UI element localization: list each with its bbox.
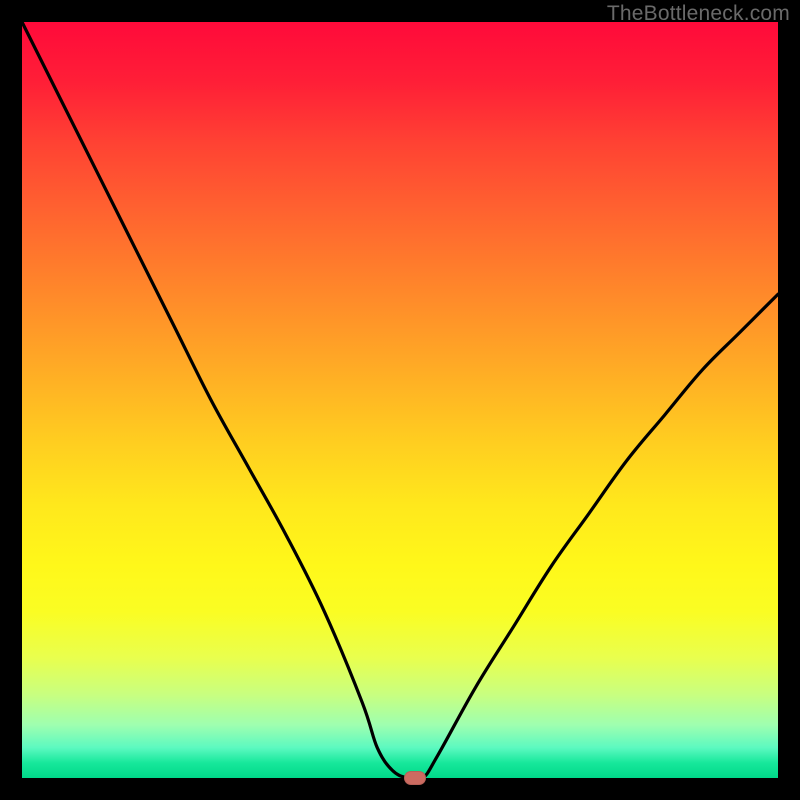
- optimum-marker: [404, 771, 426, 785]
- chart-frame: TheBottleneck.com: [0, 0, 800, 800]
- curve-layer: [22, 22, 778, 778]
- plot-area: [22, 22, 778, 778]
- bottleneck-curve: [22, 22, 778, 778]
- watermark-label: TheBottleneck.com: [607, 2, 790, 26]
